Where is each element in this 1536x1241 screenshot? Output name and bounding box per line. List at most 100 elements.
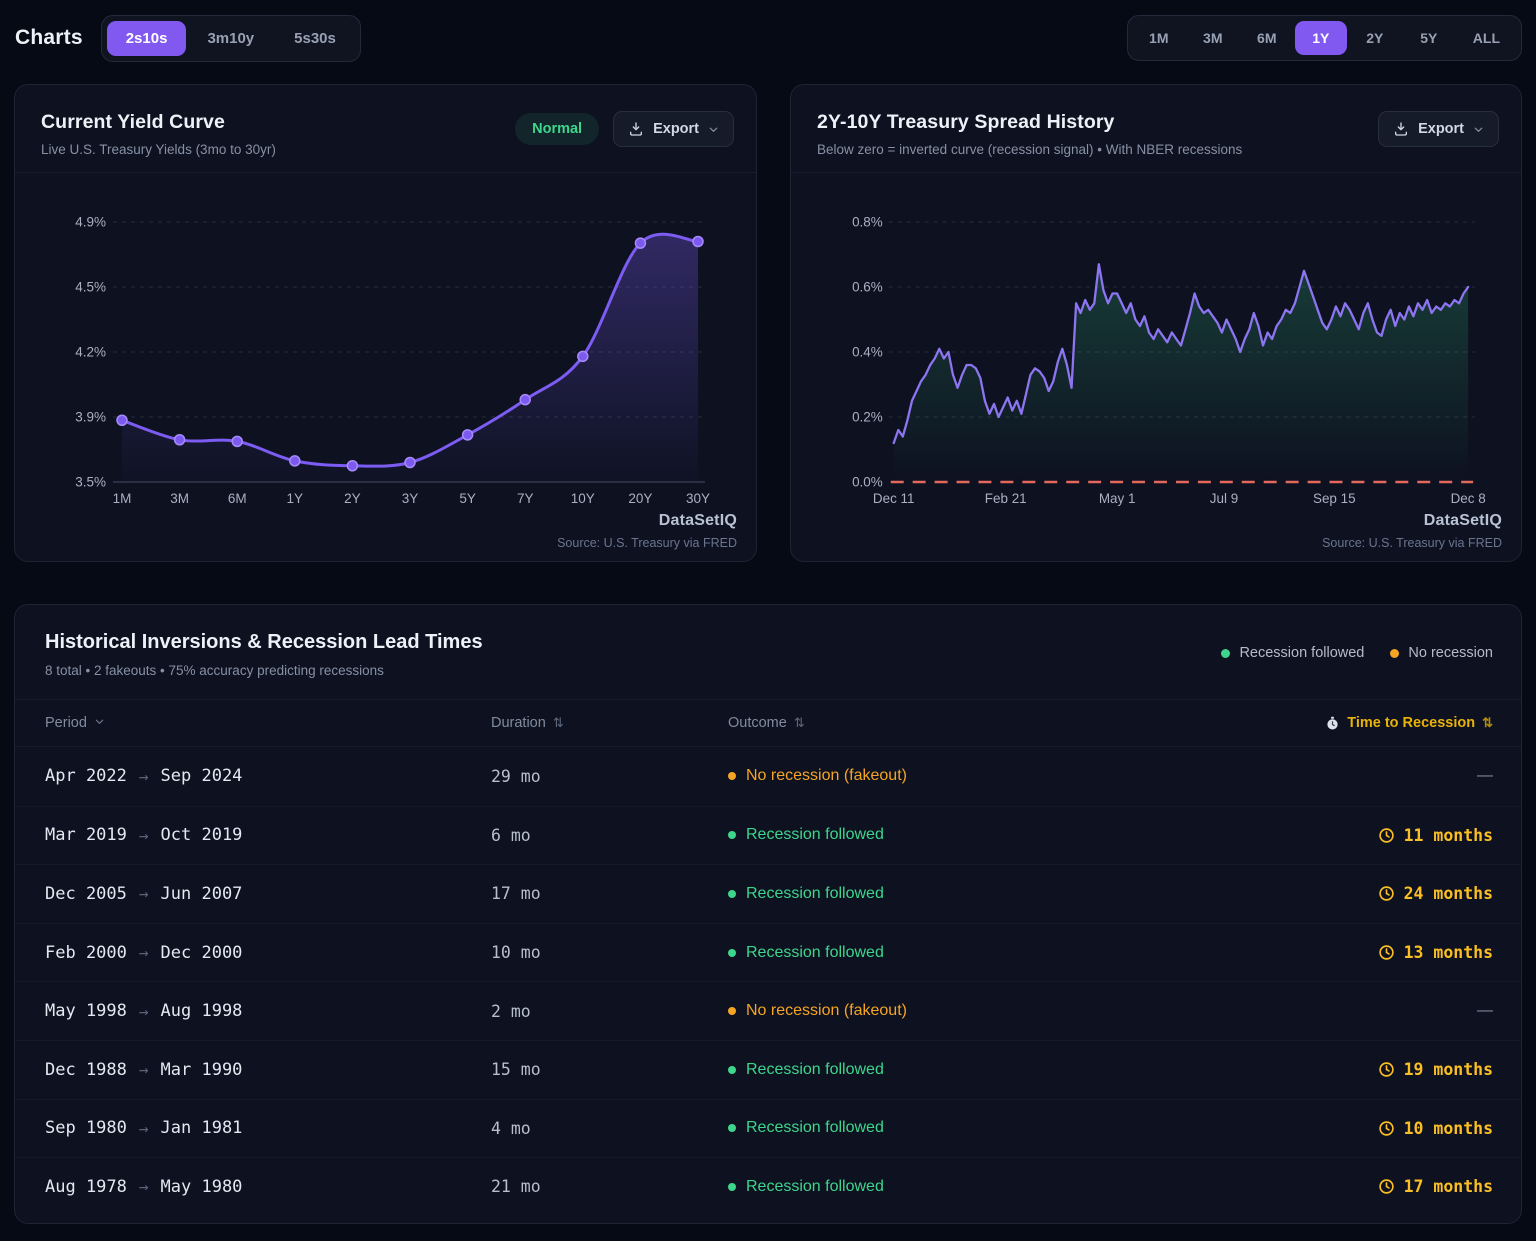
export-button[interactable]: Export	[1378, 111, 1499, 147]
clock-icon	[1378, 827, 1395, 844]
range-5y[interactable]: 5Y	[1403, 21, 1455, 55]
outcome-cell: Recession followed	[728, 944, 1263, 962]
range-all[interactable]: ALL	[1457, 21, 1516, 55]
download-icon	[628, 121, 644, 137]
lead-cell: —	[1477, 1002, 1493, 1020]
no-lead-dash: —	[1477, 767, 1493, 785]
duration-cell: 4 mo	[491, 1119, 728, 1138]
period-cell: Sep 1980→Jan 1981	[45, 1118, 491, 1138]
svg-text:3.9%: 3.9%	[75, 410, 106, 425]
range-tabs: 1M3M6M1Y2Y5YALL	[1127, 15, 1522, 61]
svg-text:Jul 9: Jul 9	[1210, 491, 1238, 506]
chevron-down-icon	[94, 715, 105, 731]
chevron-down-icon	[708, 124, 719, 135]
outcome-dot	[728, 1066, 736, 1074]
svg-text:2Y: 2Y	[344, 491, 361, 506]
export-label: Export	[1418, 121, 1464, 137]
clock-icon	[1378, 944, 1395, 961]
arrow-right-icon: →	[139, 884, 149, 903]
chart-tabs: 2s10s3m10y5s30s	[101, 15, 361, 62]
yield-chart: 3.5%3.9%4.2%4.5%4.9%1M3M6M1Y2Y3Y5Y7Y10Y2…	[15, 173, 756, 562]
svg-text:1Y: 1Y	[287, 491, 304, 506]
tab-5s30s[interactable]: 5s30s	[275, 21, 355, 56]
svg-text:May 1: May 1	[1099, 491, 1136, 506]
outcome-dot	[728, 831, 736, 839]
spread-history-card: 2Y-10Y Treasury Spread History Below zer…	[790, 84, 1522, 562]
table-row: Mar 2019→Oct 20196 moRecession followed1…	[15, 806, 1521, 865]
arrow-right-icon: →	[139, 1177, 149, 1196]
outcome-dot	[728, 890, 736, 898]
svg-text:4.2%: 4.2%	[75, 345, 106, 360]
column-time-to-recession[interactable]: Time to Recession ⇅	[1325, 715, 1493, 731]
outcome-cell: Recession followed	[728, 885, 1263, 903]
topbar: Charts 2s10s3m10y5s30s 1M3M6M1Y2Y5YALL	[15, 14, 1522, 62]
arrow-right-icon: →	[139, 1060, 149, 1079]
duration-cell: 10 mo	[491, 943, 728, 962]
spread-chart: 0.0%0.2%0.4%0.6%0.8%Dec 11Feb 21May 1Jul…	[791, 173, 1521, 562]
table-column-headers: Period Duration ⇅ Outcome ⇅ Time to Rece…	[15, 699, 1521, 747]
outcome-dot	[728, 1124, 736, 1132]
outcome-cell: Recession followed	[728, 1178, 1263, 1196]
clock-icon	[1378, 1178, 1395, 1195]
duration-cell: 6 mo	[491, 826, 728, 845]
column-duration[interactable]: Duration ⇅	[491, 715, 728, 731]
legend-dot-green	[1221, 649, 1230, 658]
yield-card-subtitle: Live U.S. Treasury Yields (3mo to 30yr)	[41, 142, 276, 157]
spread-chart-svg: 0.0%0.2%0.4%0.6%0.8%Dec 11Feb 21May 1Jul…	[791, 173, 1521, 562]
svg-text:0.6%: 0.6%	[852, 279, 883, 294]
yield-chart-svg: 3.5%3.9%4.2%4.5%4.9%1M3M6M1Y2Y3Y5Y7Y10Y2…	[15, 173, 756, 562]
table-row: Feb 2000→Dec 200010 moRecession followed…	[15, 923, 1521, 982]
period-cell: May 1998→Aug 1998	[45, 1001, 491, 1021]
table-row: Sep 1980→Jan 19814 moRecession followed1…	[15, 1099, 1521, 1158]
table-title: Historical Inversions & Recession Lead T…	[45, 631, 483, 654]
range-1m[interactable]: 1M	[1133, 21, 1185, 55]
chevron-down-icon	[1473, 124, 1484, 135]
legend-label: No recession	[1408, 645, 1493, 661]
svg-text:3M: 3M	[170, 491, 189, 506]
svg-text:10Y: 10Y	[571, 491, 595, 506]
svg-text:3.5%: 3.5%	[75, 475, 106, 490]
legend-item: No recession	[1390, 645, 1493, 661]
export-button[interactable]: Export	[613, 111, 734, 147]
tab-3m10y[interactable]: 3m10y	[188, 21, 273, 56]
range-6m[interactable]: 6M	[1241, 21, 1293, 55]
duration-cell: 29 mo	[491, 767, 728, 786]
tab-2s10s[interactable]: 2s10s	[107, 21, 187, 56]
table-subtitle: 8 total • 2 fakeouts • 75% accuracy pred…	[45, 663, 483, 678]
outcome-cell: No recession (fakeout)	[728, 1002, 1263, 1020]
no-lead-dash: —	[1477, 1002, 1493, 1020]
spread-card-subtitle: Below zero = inverted curve (recession s…	[817, 142, 1242, 157]
outcome-dot	[728, 1183, 736, 1191]
outcome-cell: Recession followed	[728, 1061, 1263, 1079]
arrow-right-icon: →	[139, 767, 149, 786]
column-period[interactable]: Period	[45, 715, 491, 731]
duration-cell: 2 mo	[491, 1002, 728, 1021]
svg-text:6M: 6M	[228, 491, 247, 506]
duration-cell: 21 mo	[491, 1177, 728, 1196]
outcome-cell: No recession (fakeout)	[728, 767, 1263, 785]
duration-cell: 15 mo	[491, 1060, 728, 1079]
range-2y[interactable]: 2Y	[1349, 21, 1401, 55]
sort-icon: ⇅	[794, 715, 805, 731]
range-3m[interactable]: 3M	[1187, 21, 1239, 55]
lead-cell: 11 months	[1378, 826, 1493, 845]
clock-icon	[1378, 1120, 1395, 1137]
legend: Recession followed No recession	[1221, 645, 1493, 661]
lead-cell: —	[1477, 767, 1493, 785]
sort-icon: ⇅	[553, 715, 564, 731]
column-outcome[interactable]: Outcome ⇅	[728, 715, 1263, 731]
period-cell: Dec 1988→Mar 1990	[45, 1060, 491, 1080]
svg-text:4.9%: 4.9%	[75, 215, 106, 230]
outcome-dot	[728, 1007, 736, 1015]
yield-curve-card: Current Yield Curve Live U.S. Treasury Y…	[14, 84, 757, 562]
svg-text:Dec 11: Dec 11	[873, 491, 915, 506]
status-badge: Normal	[515, 113, 599, 145]
download-icon	[1393, 121, 1409, 137]
clock-icon	[1378, 885, 1395, 902]
range-1y[interactable]: 1Y	[1295, 21, 1347, 55]
svg-text:20Y: 20Y	[628, 491, 652, 506]
arrow-right-icon: →	[139, 1119, 149, 1138]
lead-cell: 10 months	[1378, 1119, 1493, 1138]
svg-text:0.8%: 0.8%	[852, 214, 883, 229]
inversion-table-body: Apr 2022→Sep 202429 moNo recession (fake…	[15, 747, 1521, 1216]
